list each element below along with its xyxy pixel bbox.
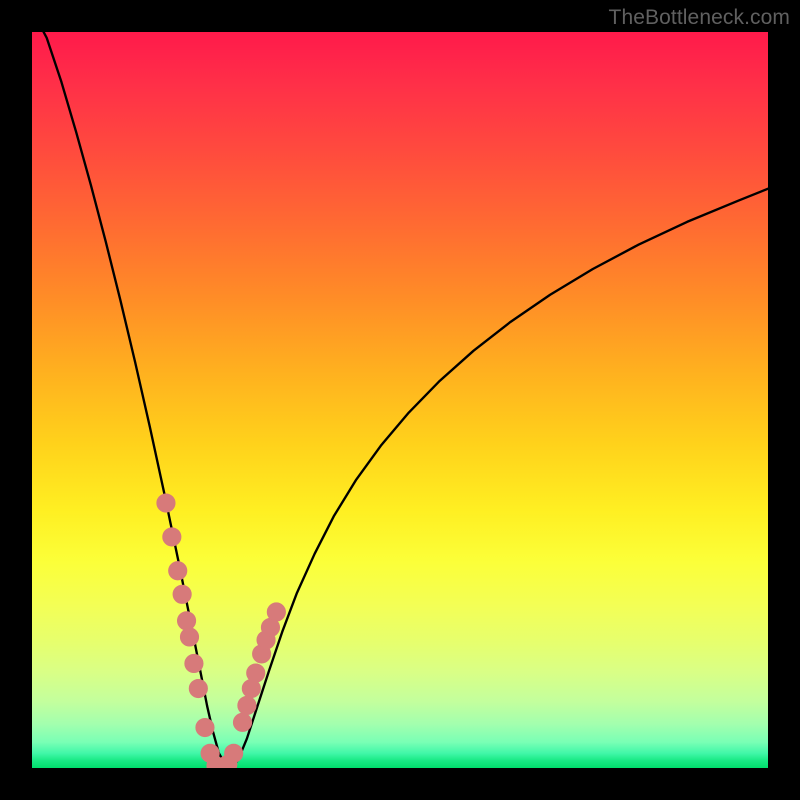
- bottleneck-curve: [32, 32, 768, 768]
- chart-frame: TheBottleneck.com: [0, 0, 800, 800]
- watermark-text: TheBottleneck.com: [609, 6, 790, 30]
- marker-point: [247, 664, 265, 682]
- marker-point: [157, 494, 175, 512]
- marker-point: [224, 744, 242, 762]
- chart-svg: [32, 32, 768, 768]
- marker-point: [238, 696, 256, 714]
- marker-point: [180, 628, 198, 646]
- marker-point: [267, 603, 285, 621]
- marker-point: [163, 528, 181, 546]
- plot-area: [32, 32, 768, 768]
- marker-point: [173, 585, 191, 603]
- marker-group: [157, 494, 286, 768]
- marker-point: [169, 562, 187, 580]
- marker-point: [196, 718, 214, 736]
- marker-point: [233, 713, 251, 731]
- marker-point: [189, 679, 207, 697]
- marker-point: [185, 654, 203, 672]
- marker-point: [177, 612, 195, 630]
